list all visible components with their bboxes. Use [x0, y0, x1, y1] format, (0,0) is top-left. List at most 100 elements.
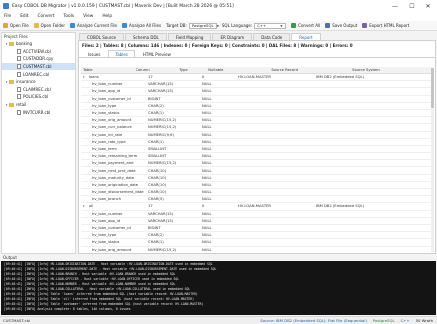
- tree-file[interactable]: CUSTMAST.cbl: [2, 62, 75, 71]
- column-type: VARCHAR(15): [148, 211, 174, 216]
- table-group-row[interactable]: ▾ loans 17 0 HV-LOAN-MASTER IBM DB2 (Embedded…: [81, 74, 433, 82]
- tree-file[interactable]: CUSTADDR.cpy: [2, 55, 75, 63]
- column-count: 17: [148, 204, 153, 209]
- minimize-button[interactable]: —: [387, 0, 403, 12]
- tree-file[interactable]: ACCTVIEW.cbl: [2, 48, 75, 56]
- table-row[interactable]: hv_loan_maturity_date CHAR(10) NULL: [81, 175, 433, 182]
- open-folder-button[interactable]: Open Folder: [33, 23, 65, 28]
- table-row[interactable]: hv_loan_app_id VARCHAR(15) NULL: [81, 88, 433, 96]
- convert-all-button[interactable]: Convert All: [291, 23, 320, 28]
- tree-file[interactable]: POLICIES.cbl: [2, 93, 75, 101]
- output-console[interactable]: [09:40:41] [INFO] [Info] HV-LOAN-ORIGINA…: [1, 261, 436, 315]
- column-nullable: NULL: [202, 226, 212, 231]
- menu-bar: File Edit Convert Tools View Help: [0, 12, 437, 21]
- tree-label: INVTCURR.cbl: [23, 109, 51, 115]
- table-row[interactable]: hv_loan_customer_id BIGINT NULL: [81, 96, 433, 103]
- table-row[interactable]: hv_loan_origination_date CHAR(10) NULL: [81, 182, 433, 189]
- tab-data-code[interactable]: Data Code: [253, 33, 291, 40]
- scrollbar-thumb[interactable]: [431, 68, 434, 108]
- report-pane: Files: 2 | Tables: 8 | Columns: 146 | In…: [78, 40, 436, 254]
- folder-icon: [9, 79, 14, 84]
- table-row[interactable]: hv_loan_app_id VARCHAR(15) NULL: [81, 218, 433, 225]
- open-file-button[interactable]: Open File: [3, 23, 29, 28]
- header-type[interactable]: Type: [179, 68, 208, 72]
- analyze-all-button[interactable]: Analyze All Files: [122, 23, 161, 28]
- header-source-record[interactable]: Source Record: [271, 68, 352, 72]
- tree-file[interactable]: CLAIMREC.cbl: [2, 86, 75, 94]
- menu-view[interactable]: View: [83, 14, 93, 19]
- table-name: oll: [89, 204, 94, 209]
- menu-tools[interactable]: Tools: [64, 14, 75, 19]
- subtab-tables[interactable]: Tables: [108, 50, 135, 57]
- open-file-label: Open File: [10, 23, 29, 28]
- table-row[interactable]: hv_loan_status CHAR(1) NULL: [81, 239, 433, 247]
- table-row[interactable]: hv_loan_disbursement_date CHAR(10) NULL: [81, 189, 433, 197]
- menu-convert[interactable]: Convert: [38, 14, 55, 19]
- table-row[interactable]: hv_loan_next_pmt_date CHAR(10) NULL: [81, 167, 433, 175]
- maximize-button[interactable]: ☐: [404, 0, 420, 12]
- table-row[interactable]: hv_loan_orig_amount NUMERIC(15,2) NULL: [81, 117, 433, 125]
- header-source-system[interactable]: Source System: [352, 68, 433, 72]
- column-nullable: NULL: [202, 190, 212, 195]
- analyze-icon: [69, 23, 75, 28]
- tab-er-diagram[interactable]: ER Diagram: [212, 33, 253, 40]
- table-row[interactable]: hv_loan_payment_amt NUMERIC(15,2) NULL: [81, 160, 433, 168]
- header-column[interactable]: Column: [136, 68, 180, 72]
- table-row[interactable]: hv_loan_status CHAR(1) NULL: [81, 110, 433, 118]
- table-row[interactable]: hv_loan_branch CHAR(5) NULL: [81, 196, 433, 204]
- tab-field-mapping[interactable]: Field Mapping: [167, 33, 212, 40]
- tree-file[interactable]: LOANREC.cbl: [2, 70, 75, 78]
- tab-cobol-source[interactable]: COBOL Source: [79, 33, 125, 40]
- export-report-button[interactable]: Export HTML Report: [362, 23, 409, 28]
- column-type: SMALLINT: [148, 154, 167, 159]
- table-row[interactable]: hv_loan_type CHAR(2) NULL: [81, 103, 433, 110]
- tab-schema-ddl[interactable]: Schema DDL: [125, 33, 167, 40]
- column-name: hv_loan_rate_type: [92, 139, 126, 144]
- tree-folder[interactable]: ▾ retail: [2, 101, 75, 109]
- column-name: hv_loan_origination_date: [92, 182, 139, 187]
- column-nullable: NULL: [202, 161, 212, 166]
- menu-edit[interactable]: Edit: [20, 14, 28, 19]
- analyze-current-button[interactable]: Analyze Current File: [69, 23, 117, 28]
- table-row[interactable]: hv_loan_type CHAR(2) NULL: [81, 232, 433, 240]
- table-group-row[interactable]: ▾ oll 17 0 HV-LOAN-MASTER IBM DB2 (Embedded S…: [81, 203, 433, 211]
- table-row[interactable]: hv_loan_remaining_term SMALLINT NULL: [81, 153, 433, 161]
- column-type: CHAR(5): [148, 197, 164, 202]
- tab-report[interactable]: Report: [291, 33, 321, 40]
- table-row[interactable]: hv_loan_orig_amount NUMERIC(15,2) NULL: [81, 247, 433, 253]
- file-icon: [17, 86, 21, 92]
- sql-language-select[interactable]: C++ ▼: [254, 22, 287, 29]
- target-db-select[interactable]: PostgreSQL ▼: [188, 22, 219, 29]
- analyze-all-icon: [122, 23, 128, 28]
- save-icon: [325, 23, 331, 28]
- column-name: hv_loan_branch: [92, 197, 121, 202]
- tree-folder[interactable]: ▾ banking: [2, 40, 75, 48]
- column-name: hv_loan_orig_amount: [92, 247, 132, 252]
- column-nullable: NULL: [202, 233, 212, 238]
- table-row[interactable]: hv_loan_int_rate NUMERIC(9,6) NULL: [81, 132, 433, 139]
- table-row[interactable]: hv_loan_customer_id BIGINT NULL: [81, 225, 433, 233]
- table-row[interactable]: hv_loan_number VARCHAR(15) NULL: [81, 81, 433, 89]
- column-nullable: NULL: [202, 182, 212, 187]
- column-name: hv_loan_payment_amt: [92, 161, 134, 166]
- window-title: Easy COBOL DB Migrator | v1.0.0.159 | CU…: [12, 3, 234, 9]
- table-row[interactable]: hv_loan_term SMALLINT NULL: [81, 146, 433, 154]
- header-nullable[interactable]: Nullable: [208, 68, 271, 72]
- table-row[interactable]: hv_loan_number VARCHAR(15) NULL: [81, 211, 433, 218]
- tree-file[interactable]: INVTCURR.cbl: [2, 108, 75, 116]
- header-table[interactable]: Table: [81, 68, 136, 72]
- close-button[interactable]: ✕: [420, 0, 436, 12]
- table-row[interactable]: hv_loan_curr_balance NUMERIC(15,2) NULL: [81, 124, 433, 132]
- column-name: hv_loan_type: [92, 103, 117, 108]
- table-row[interactable]: hv_loan_rate_type CHAR(1) NULL: [81, 139, 433, 146]
- menu-file[interactable]: File: [4, 14, 11, 19]
- chevron-down-icon: ▼: [280, 23, 283, 28]
- folder-icon: [9, 102, 14, 107]
- column-type: CHAR(2): [148, 233, 164, 238]
- tree-folder[interactable]: ▾ insurance: [2, 78, 75, 86]
- subtab-issues[interactable]: Issues: [81, 50, 107, 57]
- menu-help[interactable]: Help: [102, 14, 112, 19]
- subtab-html-preview[interactable]: HTML Preview: [136, 50, 178, 57]
- table-scrollbar[interactable]: [431, 67, 434, 252]
- save-output-button[interactable]: Save Output: [325, 23, 357, 28]
